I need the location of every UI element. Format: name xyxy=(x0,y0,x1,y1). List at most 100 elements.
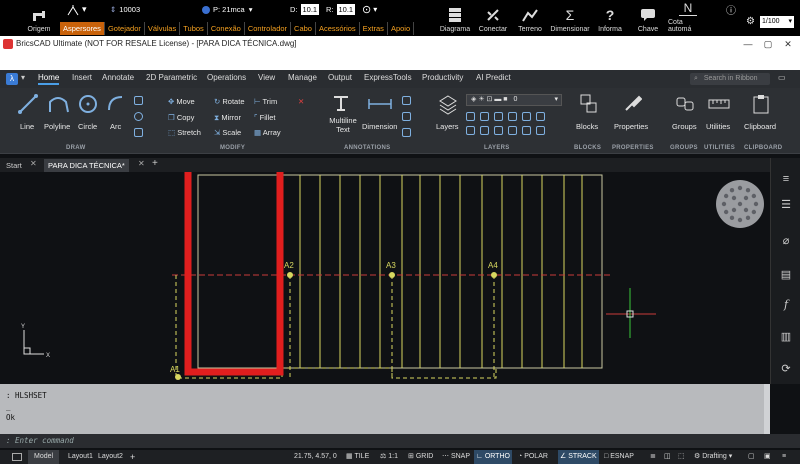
grid-toggle[interactable]: ⊞ GRID xyxy=(408,450,433,464)
dimensionar-button[interactable]: Σ Dimensionar xyxy=(548,0,592,36)
layer-tab[interactable]: Apoio xyxy=(388,22,415,35)
drawing-canvas[interactable]: A1 A2 A3 A4 X Y xyxy=(0,162,770,382)
rotate-button[interactable]: ↻ Rotate xyxy=(214,97,245,106)
close-icon[interactable]: ✕ xyxy=(778,36,798,52)
command-input[interactable]: : Enter command xyxy=(0,434,800,448)
refresh-icon[interactable]: ⟳ xyxy=(779,362,793,376)
group-draw[interactable]: DRAW xyxy=(66,145,86,151)
ribbon-tab[interactable]: Output xyxy=(328,73,352,82)
sprinkler-a3-marker[interactable] xyxy=(389,272,395,278)
mirror-button[interactable]: ⧗ Mirror xyxy=(214,113,241,123)
strack-toggle[interactable]: ∠ STRACK xyxy=(558,450,599,464)
group-annotations[interactable]: ANNOTATIONS xyxy=(344,145,390,151)
toolbox-icon[interactable]: ▥ xyxy=(779,330,793,344)
layer-tab[interactable]: Gotejador xyxy=(105,22,145,35)
layer-tab[interactable]: Válvulas xyxy=(145,22,181,35)
layer-tab[interactable]: Extras xyxy=(360,22,388,35)
ribbon-search[interactable]: ⌕ Search in Ribbon xyxy=(690,73,770,85)
ortho-toggle[interactable]: ∟ ORTHO xyxy=(474,450,512,464)
camera-icon[interactable]: ▣ xyxy=(764,450,771,464)
minimize-icon[interactable]: — xyxy=(738,36,758,52)
layer-tool-icon[interactable] xyxy=(508,112,517,121)
fillet-button[interactable]: ⌜ Fillet xyxy=(254,113,275,122)
multiline-text-button[interactable]: Multiline Text xyxy=(326,116,360,134)
selection-icon[interactable]: ⬚ xyxy=(678,450,685,464)
layer-tool-icon[interactable] xyxy=(522,126,531,135)
ribbon-tab[interactable]: Productivity xyxy=(422,73,463,82)
d-value[interactable]: 10.1 xyxy=(300,4,320,15)
sprinkler-a4-marker[interactable] xyxy=(491,272,497,278)
group-properties[interactable]: PROPERTIES xyxy=(612,145,654,151)
group-blocks[interactable]: BLOCKS xyxy=(574,145,601,151)
d-field[interactable]: D: 10.1 xyxy=(290,3,320,16)
layer-tool-icon[interactable] xyxy=(480,112,489,121)
layer-tool-icon[interactable] xyxy=(508,126,517,135)
hatch-icon[interactable] xyxy=(134,128,143,137)
layer-tool-icon[interactable] xyxy=(466,126,475,135)
chave-button[interactable]: Chave xyxy=(630,0,666,36)
dashed-yellow-boundary[interactable] xyxy=(175,275,497,379)
code-spinner[interactable]: ⇕ 10003 xyxy=(110,3,140,16)
dimension-button[interactable]: Dimension xyxy=(362,122,397,131)
target-button[interactable]: ⊙ ▾ xyxy=(362,3,377,16)
group-groups[interactable]: GROUPS xyxy=(670,145,698,151)
layer-tab[interactable]: Acessórios xyxy=(316,22,360,35)
ribbon-tab[interactable]: AI Predict xyxy=(476,73,511,82)
groups-button[interactable]: Groups xyxy=(672,122,697,131)
layer-tool-icon[interactable] xyxy=(536,126,545,135)
stack-icon[interactable]: ▤ xyxy=(779,268,793,282)
plot-outline[interactable] xyxy=(197,174,603,369)
quad-icon[interactable]: ◫ xyxy=(664,450,671,464)
pressure-field[interactable]: P: 21mca ▾ xyxy=(202,3,252,16)
move-button[interactable]: ✥ Move xyxy=(168,97,195,106)
layers-button[interactable]: Layers xyxy=(436,122,459,131)
add-layout-icon[interactable]: + xyxy=(130,450,135,464)
blocks-button[interactable]: Blocks xyxy=(576,122,598,131)
tab-start[interactable]: Start xyxy=(2,159,26,172)
layers-panel-icon[interactable]: ☰ xyxy=(779,198,793,212)
ribbon-tab[interactable]: Annotate xyxy=(102,73,134,82)
esnap-toggle[interactable]: □ ESNAP xyxy=(604,450,634,464)
sprinkler-selector[interactable]: ▾ xyxy=(66,3,87,16)
scale-toggle[interactable]: ⚖ 1:1 xyxy=(380,450,398,464)
layer-tool-icon[interactable] xyxy=(522,112,531,121)
clipboard-button[interactable]: Clipboard xyxy=(744,122,776,131)
snap-toggle[interactable]: ⋯ SNAP xyxy=(442,450,470,464)
sprinkler-a2-marker[interactable] xyxy=(287,272,293,278)
layer-dropdown[interactable]: ◈ ☀ ⊡ ▬ ■ 0 ▾ xyxy=(466,94,562,106)
group-layers[interactable]: LAYERS xyxy=(484,145,510,151)
ribbon-tab[interactable]: Operations xyxy=(207,73,246,82)
r-value[interactable]: 10.1 xyxy=(336,4,356,15)
new-tab-icon[interactable]: + xyxy=(152,158,158,169)
layer-tool-icon[interactable] xyxy=(466,112,475,121)
copy-button[interactable]: ❐ Copy xyxy=(168,113,194,122)
app-menu-icon[interactable]: λ xyxy=(6,73,18,85)
lineweight-icon[interactable]: ≣ xyxy=(650,450,656,464)
erase-icon[interactable]: ✕ xyxy=(298,97,304,106)
layer-tool-icon[interactable] xyxy=(480,126,489,135)
layer-tab[interactable]: Conexão xyxy=(208,22,245,35)
stretch-button[interactable]: ⬚ Stretch xyxy=(168,128,201,137)
gear-icon[interactable]: ⚙ xyxy=(746,16,755,27)
r-field[interactable]: R: 10.1 xyxy=(326,3,356,16)
command-scrollbar[interactable] xyxy=(764,384,770,434)
layout-icon[interactable]: ▢ xyxy=(748,450,755,464)
diagrama-button[interactable]: Diagrama xyxy=(436,0,474,36)
attachment-icon[interactable]: ⌀ xyxy=(779,234,793,248)
layer-tool-icon[interactable] xyxy=(494,112,503,121)
tab-layout1[interactable]: Layout1 xyxy=(68,450,93,464)
layer-tool-icon[interactable] xyxy=(536,112,545,121)
tile-toggle[interactable]: ▦ TILE xyxy=(346,450,369,464)
polar-toggle[interactable]: ◔ POLAR xyxy=(518,450,548,464)
rectangle-icon[interactable] xyxy=(134,96,143,105)
scale-select[interactable]: 1/100 ▾ xyxy=(760,16,794,28)
scale-button[interactable]: ⇲ Scale xyxy=(214,128,241,137)
trim-button[interactable]: ⊢ Trim xyxy=(254,97,277,106)
maximize-icon[interactable]: ▢ xyxy=(758,36,778,52)
ribbon-tab[interactable]: 2D Parametric xyxy=(146,73,197,82)
info-icon[interactable]: ⓘ xyxy=(726,2,736,17)
table-icon[interactable] xyxy=(402,112,411,121)
arc-button[interactable]: Arc xyxy=(110,122,121,131)
layer-tool-icon[interactable] xyxy=(494,126,503,135)
tab-layout2[interactable]: Layout2 xyxy=(98,450,123,464)
